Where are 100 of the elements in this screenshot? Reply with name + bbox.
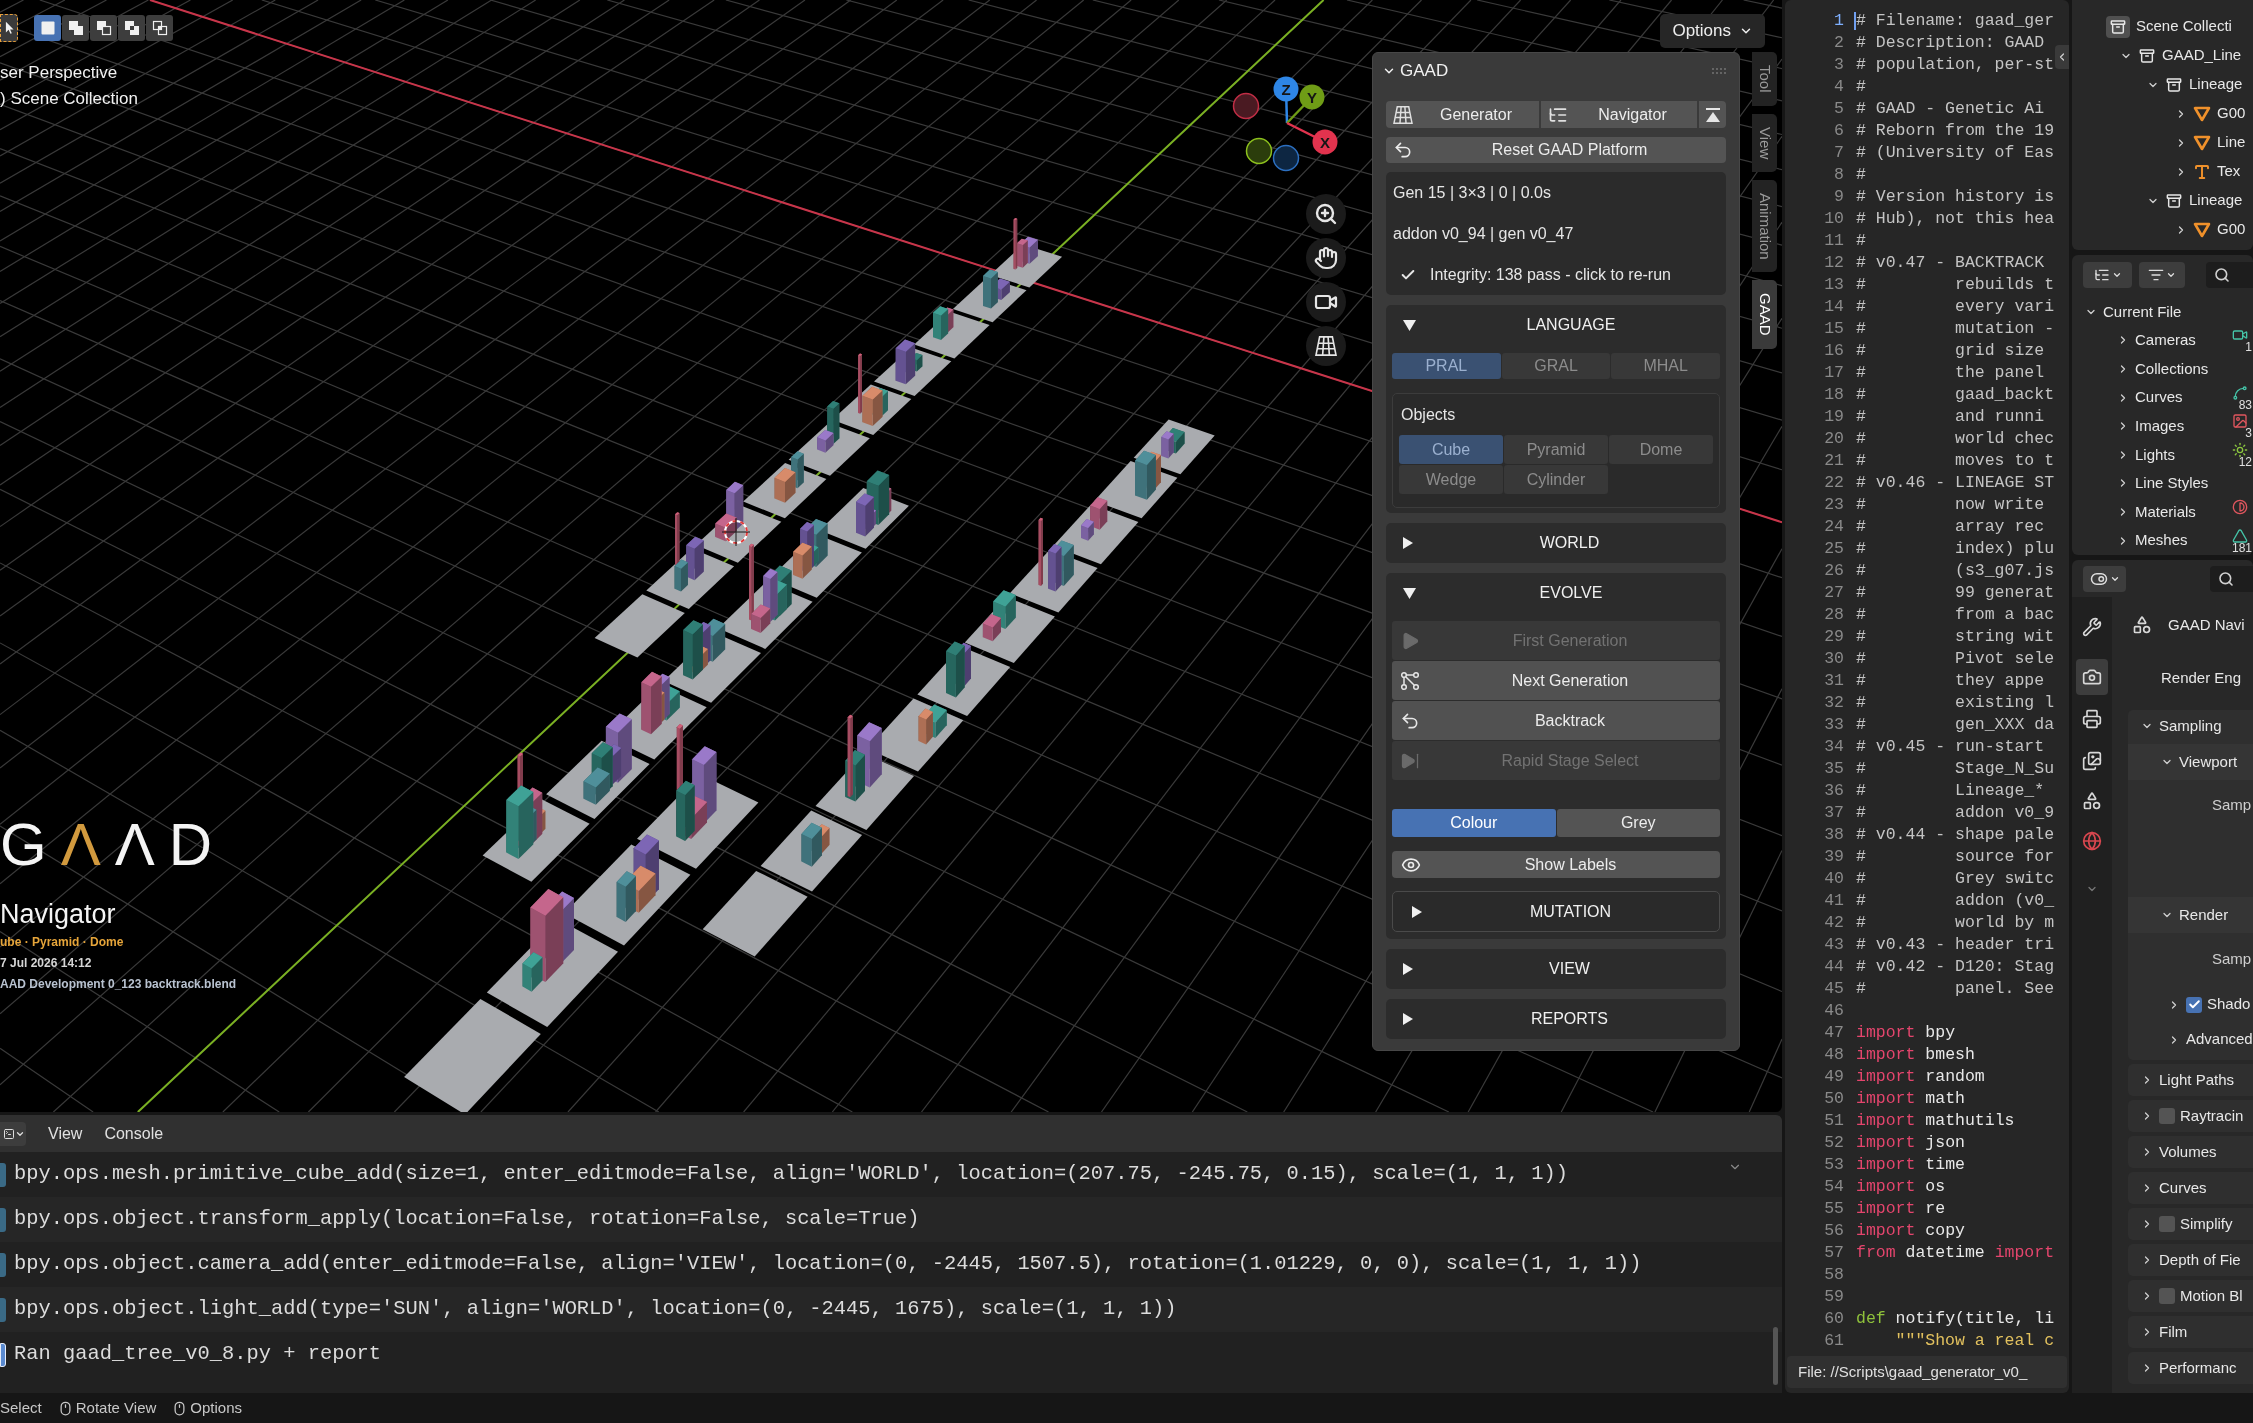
show-labels-button[interactable]: Show Labels <box>1392 851 1720 878</box>
triangle-down-icon[interactable] <box>1403 587 1416 599</box>
object-option[interactable]: Pyramid <box>1504 435 1608 464</box>
panel-title[interactable]: Light Paths <box>2159 1068 2235 1092</box>
tree-item[interactable]: Materials <box>2135 500 2196 524</box>
outliner-item[interactable]: GAAD_Line <box>2162 44 2242 67</box>
panel-title[interactable]: Simplify <box>2180 1212 2233 1236</box>
selection-mode-button[interactable] <box>34 15 61 41</box>
outliner-item[interactable]: Scene Collecti <box>2136 15 2232 38</box>
action-button[interactable]: Backtrack <box>1392 701 1720 740</box>
triangle-right-icon[interactable] <box>1403 1013 1413 1025</box>
section-header[interactable]: VIEW <box>1386 949 1726 989</box>
panel-title[interactable]: Curves <box>2159 1176 2207 1200</box>
triangle-right-icon[interactable] <box>1412 905 1422 918</box>
section-header[interactable]: REPORTS <box>1386 999 1726 1039</box>
tree-item[interactable]: Current File <box>2103 300 2182 324</box>
tree-item[interactable]: Lights <box>2135 443 2176 467</box>
outliner-item[interactable]: G00 <box>2217 218 2246 241</box>
menu-item[interactable]: View <box>48 1121 83 1146</box>
sidebar-tab[interactable]: Animation <box>1752 179 1777 273</box>
stamp-shapes: ube · Pyramid · Dome <box>0 933 237 951</box>
panel-title[interactable]: Sampling <box>2159 714 2222 738</box>
colour-mode-option[interactable]: Grey <box>1556 809 1720 837</box>
object-option[interactable]: Dome <box>1609 435 1713 464</box>
camera-view-button[interactable] <box>1306 282 1346 322</box>
gizmo-negative-axis-button[interactable] <box>1245 137 1273 165</box>
triangle-right-icon[interactable] <box>1403 537 1413 549</box>
collection-icon <box>2165 191 2183 210</box>
selection-mode-button[interactable] <box>146 15 173 41</box>
section-header[interactable]: EVOLVE <box>1386 573 1726 613</box>
colour-mode-option[interactable]: Colour <box>1392 809 1556 837</box>
checkbox[interactable] <box>2159 1216 2175 1232</box>
panel-title[interactable]: Motion Bl <box>2180 1284 2243 1308</box>
tree-item[interactable]: Collections <box>2135 357 2209 381</box>
shapes-icon <box>2082 791 2102 811</box>
line-number: 60 <box>1823 1307 1844 1330</box>
checkbox[interactable] <box>2159 1288 2175 1304</box>
search-field[interactable] <box>2206 261 2253 288</box>
outliner-item[interactable]: G00 <box>2217 102 2246 125</box>
gizmo-negative-axis-button[interactable] <box>1272 144 1300 172</box>
panel-header-button[interactable]: GAAD <box>1382 58 1449 84</box>
selection-mode-button[interactable] <box>90 15 117 41</box>
gizmo-axis-button[interactable]: Z <box>1273 76 1299 102</box>
sidebar-tab[interactable]: View <box>1752 113 1777 172</box>
editor-type-button[interactable] <box>0 1121 26 1146</box>
panel-title[interactable]: Performanc <box>2159 1356 2237 1380</box>
tree-item[interactable]: Images <box>2135 415 2185 438</box>
grip-icon[interactable] <box>1711 68 1727 74</box>
panel-mode-button[interactable]: Generator <box>1386 101 1539 128</box>
search-field[interactable] <box>2210 565 2253 592</box>
outliner-item[interactable]: Tex <box>2217 160 2241 183</box>
object-option[interactable]: Cube <box>1399 435 1503 464</box>
tree-item[interactable]: Line Styles <box>2135 472 2209 495</box>
select-tool-button[interactable] <box>0 14 18 42</box>
gizmo-axis-button[interactable]: X <box>1312 129 1338 155</box>
perspective-button[interactable] <box>1306 326 1346 366</box>
pin-top-button[interactable] <box>1699 101 1726 128</box>
subsection-header[interactable]: MUTATION <box>1393 892 1719 931</box>
properties-tab[interactable] <box>2076 659 2108 695</box>
panel-title[interactable]: Advanced <box>2186 1028 2253 1051</box>
panel-title[interactable]: Depth of Fie <box>2159 1248 2241 1272</box>
gizmo-axis-button[interactable]: Y <box>1299 84 1325 110</box>
code-line: # panel. See <box>1856 977 2055 1000</box>
pan-button[interactable] <box>1306 238 1346 278</box>
triangle-down-icon[interactable] <box>1403 319 1416 331</box>
zoom-button[interactable] <box>1306 194 1346 234</box>
reset-button[interactable]: Reset GAAD Platform <box>1386 137 1726 163</box>
section-header[interactable]: LANGUAGE <box>1386 305 1726 345</box>
checkbox[interactable] <box>2159 1108 2175 1124</box>
panel-title[interactable]: Raytracin <box>2180 1104 2244 1128</box>
code-line: # they appe <box>1856 669 2045 692</box>
integrity-button[interactable]: Integrity: 138 pass - click to re-run <box>1393 254 1719 295</box>
panel-mode-button[interactable]: Navigator <box>1541 101 1697 128</box>
sidebar-toggle-button[interactable] <box>2055 45 2069 69</box>
editor-type-button[interactable] <box>2083 565 2126 592</box>
selection-mode-button[interactable] <box>118 15 145 41</box>
scrollbar-thumb <box>1773 1327 1778 1385</box>
sidebar-tab[interactable]: Tool <box>1752 52 1777 106</box>
tree-item[interactable]: Curves <box>2135 386 2183 409</box>
outliner-item[interactable]: Lineage <box>2189 189 2243 212</box>
panel-title[interactable]: Shado <box>2207 993 2251 1016</box>
outliner-item[interactable]: Line <box>2217 131 2246 154</box>
options-dropdown[interactable]: Options <box>1660 14 1765 48</box>
language-option[interactable]: PRAL <box>1392 353 1501 379</box>
tree-item[interactable]: Cameras <box>2135 329 2196 352</box>
line-number: 39 <box>1823 845 1844 868</box>
outliner-item[interactable]: Lineage <box>2189 73 2243 96</box>
section-header[interactable]: WORLD <box>1386 523 1726 563</box>
panel-title[interactable]: Film <box>2159 1320 2188 1344</box>
language-option[interactable]: GRAL <box>1501 353 1611 379</box>
menu-item[interactable]: Console <box>104 1121 164 1146</box>
filter-button[interactable] <box>2139 261 2185 288</box>
panel-title[interactable]: Volumes <box>2159 1140 2217 1164</box>
tree-item[interactable]: Meshes <box>2135 529 2188 552</box>
action-button[interactable]: Next Generation <box>1392 661 1720 700</box>
checkbox[interactable] <box>2186 996 2202 1013</box>
selection-mode-button[interactable] <box>62 15 89 41</box>
sidebar-tab[interactable]: GAAD <box>1752 280 1777 349</box>
triangle-right-icon[interactable] <box>1403 963 1413 975</box>
display-mode-button[interactable] <box>2083 261 2132 288</box>
